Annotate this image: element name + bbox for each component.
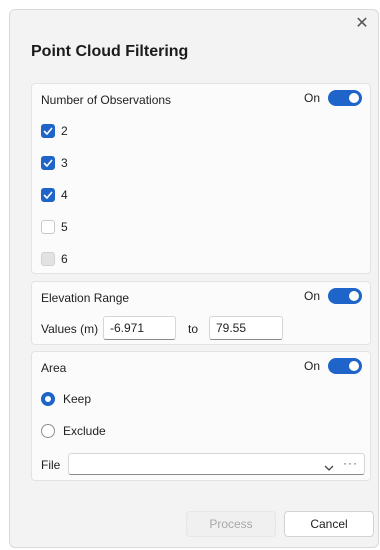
chevron-down-icon[interactable] (324, 459, 334, 477)
checkbox-checked[interactable] (41, 156, 55, 170)
dialog-title: Point Cloud Filtering (31, 43, 189, 60)
close-icon[interactable]: ✕ (354, 16, 370, 32)
observations-panel: Number of Observations On 2 3 4 5 6 (31, 83, 371, 274)
point-cloud-filtering-dialog: ✕ Point Cloud Filtering Number of Observ… (9, 9, 379, 548)
elevation-toggle-label: On (303, 289, 320, 303)
checkbox-checked[interactable] (41, 188, 55, 202)
elevation-toggle-group: On (304, 288, 362, 304)
elevation-panel: Elevation Range On Values (m) to (31, 281, 371, 345)
observation-option-label: 6 (61, 252, 68, 266)
checkbox-disabled (41, 252, 55, 266)
observations-toggle-group: On (304, 90, 362, 106)
area-toggle[interactable] (328, 358, 362, 374)
cancel-button[interactable]: Cancel (284, 511, 374, 537)
to-label: to (188, 322, 199, 336)
area-toggle-label: On (303, 359, 320, 373)
ellipsis-icon[interactable]: ··· (343, 456, 358, 470)
file-select[interactable]: ··· (68, 453, 365, 475)
observation-option-label: 3 (61, 156, 68, 170)
exclude-radio-option[interactable]: Exclude (41, 424, 106, 438)
radio-checked[interactable] (41, 392, 55, 406)
observation-option-6: 6 (41, 252, 68, 266)
check-icon (43, 159, 53, 167)
check-icon (43, 127, 53, 135)
area-panel: Area On Keep Exclude File ··· (31, 351, 371, 481)
observation-option-2[interactable]: 2 (41, 124, 68, 138)
observations-label: Number of Observations (41, 93, 172, 107)
area-label: Area (41, 361, 67, 375)
exclude-label: Exclude (63, 424, 106, 438)
observation-option-label: 4 (61, 188, 68, 202)
observation-option-label: 2 (61, 124, 68, 138)
checkbox-unchecked[interactable] (41, 220, 55, 234)
area-toggle-group: On (304, 358, 362, 374)
elevation-min-input[interactable] (103, 316, 176, 340)
elevation-toggle[interactable] (328, 288, 362, 304)
observation-option-4[interactable]: 4 (41, 188, 68, 202)
elevation-max-input[interactable] (209, 316, 283, 340)
elevation-label: Elevation Range (41, 291, 130, 305)
keep-label: Keep (63, 392, 92, 406)
observation-option-3[interactable]: 3 (41, 156, 68, 170)
keep-radio-option[interactable]: Keep (41, 392, 91, 406)
process-button[interactable]: Process (186, 511, 276, 537)
file-label: File (41, 458, 61, 472)
observations-toggle-label: On (303, 91, 320, 105)
check-icon (43, 191, 53, 199)
observation-option-label: 5 (61, 220, 68, 234)
observation-option-5[interactable]: 5 (41, 220, 68, 234)
values-label: Values (m) (41, 322, 99, 336)
radio-unchecked[interactable] (41, 424, 55, 438)
observations-toggle[interactable] (328, 90, 362, 106)
checkbox-checked[interactable] (41, 124, 55, 138)
